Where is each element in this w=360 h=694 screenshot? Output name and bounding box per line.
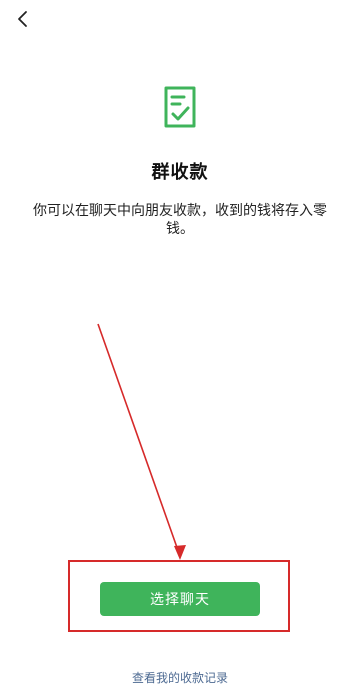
description-text: 你可以在聊天中向朋友收款，收到的钱将存入零钱。	[33, 203, 327, 237]
receipt-check-icon	[164, 86, 196, 128]
back-button[interactable]	[10, 6, 36, 32]
page-title: 群收款	[151, 162, 209, 183]
chevron-left-icon	[18, 11, 27, 27]
view-records-link[interactable]: 查看我的收款记录	[0, 669, 360, 686]
select-chat-button[interactable]: 选择聊天	[100, 582, 260, 616]
